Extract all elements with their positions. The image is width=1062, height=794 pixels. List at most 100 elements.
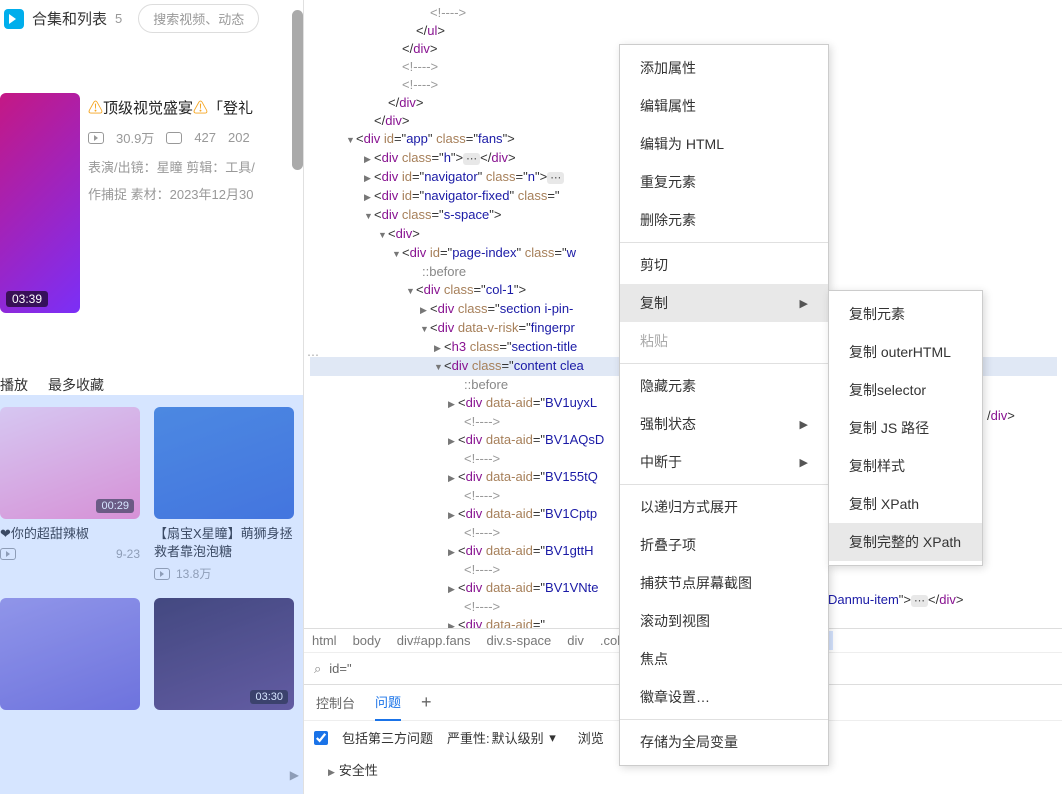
menu-separator (620, 363, 828, 364)
video-desc-2: 作捕捉 素材：2023年12月30 (88, 184, 303, 203)
search-input[interactable]: 搜索视频、动态 (138, 4, 259, 33)
copy-submenu[interactable]: 复制元素复制 outerHTML复制selector复制 JS 路径复制样式复制… (828, 290, 983, 566)
submenu-arrow-icon: ▶ (800, 297, 808, 310)
gutter-actions-icon[interactable]: ⋯ (304, 346, 322, 364)
third-party-checkbox[interactable] (314, 731, 328, 745)
submenu-item[interactable]: 复制完整的 XPath (829, 523, 982, 561)
menu-item[interactable]: 编辑属性 (620, 87, 828, 125)
caret-down-icon[interactable] (392, 244, 402, 263)
year: 202 (228, 130, 250, 145)
menu-item[interactable]: 焦点 (620, 640, 828, 678)
caret-right-icon[interactable] (364, 149, 374, 168)
menu-item[interactable]: 存储为全局变量 (620, 723, 828, 761)
views-icon (0, 548, 16, 560)
submenu-item[interactable]: 复制 outerHTML (829, 333, 982, 371)
submenu-item[interactable]: 复制 JS 路径 (829, 409, 982, 447)
context-menu[interactable]: 添加属性编辑属性编辑为 HTML重复元素删除元素剪切复制▶粘贴隐藏元素强制状态▶… (619, 44, 829, 766)
caret-right-icon[interactable] (448, 431, 458, 450)
caret-right-icon[interactable] (448, 542, 458, 561)
submenu-item[interactable]: 复制 XPath (829, 485, 982, 523)
tab-collect[interactable]: 最多收藏 (48, 375, 104, 395)
featured-video[interactable]: 03:39 ⚠顶级视觉盛宴⚠「登礼 30.9万 427 202 表演/出镜：星瞳… (0, 87, 303, 319)
video-thumbnail[interactable]: 03:39 (0, 93, 80, 313)
tab-issues[interactable]: 问题 (375, 684, 401, 721)
menu-item[interactable]: 添加属性 (620, 49, 828, 87)
views-icon (88, 132, 104, 144)
video-stats: 30.9万 427 202 (88, 128, 303, 147)
caret-down-icon[interactable] (434, 357, 444, 376)
caret-right-icon[interactable] (448, 616, 458, 628)
caret-down-icon[interactable] (378, 225, 388, 244)
tab-add[interactable]: + (421, 692, 432, 713)
tab-play[interactable]: 播放 (0, 375, 28, 395)
caret-right-icon[interactable] (364, 187, 374, 206)
menu-item[interactable]: 复制▶ (620, 284, 828, 322)
submenu-item[interactable]: 复制selector (829, 371, 982, 409)
caret-icon (328, 763, 339, 778)
menu-item[interactable]: 徽章设置… (620, 678, 828, 716)
scroll-right-icon[interactable]: ▶ (290, 768, 299, 782)
sidebar-header: 合集和列表 5 搜索视频、动态 (0, 0, 303, 37)
grid-thumb[interactable] (0, 598, 140, 710)
caret-right-icon[interactable] (434, 338, 444, 357)
grid-title: 【扇宝X星瞳】萌狮身拯救者靠泡泡糖 (154, 525, 294, 561)
breadcrumb-item[interactable]: div.s-space (487, 633, 552, 648)
dom-line[interactable]: </ul> (310, 22, 1057, 40)
breadcrumb-item[interactable]: body (353, 633, 381, 648)
menu-item: 粘贴 (620, 322, 828, 360)
dom-fragment: /div> (987, 408, 1015, 424)
caret-down-icon[interactable] (406, 281, 416, 300)
menu-item[interactable]: 滚动到视图 (620, 602, 828, 640)
caret-right-icon[interactable] (420, 300, 430, 319)
breadcrumb-item[interactable]: div (567, 633, 584, 648)
tab-console[interactable]: 控制台 (316, 685, 355, 720)
caret-right-icon[interactable] (448, 468, 458, 487)
menu-separator (620, 719, 828, 720)
caret-right-icon[interactable] (448, 394, 458, 413)
menu-item[interactable]: 重复元素 (620, 163, 828, 201)
menu-item[interactable]: 剪切 (620, 246, 828, 284)
menu-item[interactable]: 捕获节点屏幕截图 (620, 564, 828, 602)
submenu-item[interactable]: 复制元素 (829, 295, 982, 333)
grid-item[interactable] (0, 598, 140, 710)
grid-title: ❤你的超甜辣椒 (0, 525, 140, 543)
warn-icon: ⚠ (88, 100, 103, 117)
grid-item[interactable]: 03:30 (154, 598, 294, 710)
caret-down-icon[interactable] (364, 206, 374, 225)
views-count: 30.9万 (116, 128, 154, 147)
caret-right-icon[interactable] (448, 579, 458, 598)
browser-dropdown[interactable]: 浏览 (578, 728, 604, 747)
caret-right-icon[interactable] (448, 505, 458, 524)
search-value[interactable]: id=" (329, 661, 351, 676)
third-party-label: 包括第三方问题 (342, 728, 433, 747)
video-grid-row1: 00:29 ❤你的超甜辣椒 9-23 【扇宝X星瞳】萌狮身拯救者靠泡泡糖 13.… (0, 403, 303, 586)
grid-item[interactable]: 【扇宝X星瞳】萌狮身拯救者靠泡泡糖 13.8万 (154, 407, 294, 582)
severity-dropdown[interactable]: 严重性:默认级别 ▾ (447, 728, 556, 747)
menu-item[interactable]: 中断于▶ (620, 443, 828, 481)
grid-thumb[interactable] (154, 407, 294, 519)
scrollbar[interactable] (292, 10, 303, 170)
grid-thumb[interactable]: 00:29 (0, 407, 140, 519)
menu-item[interactable]: 隐藏元素 (620, 367, 828, 405)
video-grid-row2: 03:30 (0, 594, 303, 714)
breadcrumb-item[interactable]: html (312, 633, 337, 648)
menu-item[interactable]: 编辑为 HTML (620, 125, 828, 163)
caret-down-icon[interactable] (346, 130, 356, 149)
caret-down-icon[interactable] (420, 319, 430, 338)
submenu-item[interactable]: 复制样式 (829, 447, 982, 485)
header-title: 合集和列表 (32, 8, 107, 29)
menu-item[interactable]: 强制状态▶ (620, 405, 828, 443)
grid-thumb[interactable]: 03:30 (154, 598, 294, 710)
grid-duration: 00:29 (96, 499, 134, 513)
submenu-arrow-icon: ▶ (800, 418, 808, 431)
menu-item[interactable]: 折叠子项 (620, 526, 828, 564)
breadcrumb-item[interactable]: div#app.fans (397, 633, 471, 648)
menu-item[interactable]: 以递归方式展开 (620, 488, 828, 526)
caret-right-icon[interactable] (364, 168, 374, 187)
video-duration: 03:39 (6, 291, 48, 307)
comments-count: 427 (194, 130, 216, 145)
grid-item[interactable]: 00:29 ❤你的超甜辣椒 9-23 (0, 407, 140, 582)
menu-item[interactable]: 删除元素 (620, 201, 828, 239)
video-meta: ⚠顶级视觉盛宴⚠「登礼 30.9万 427 202 表演/出镜：星瞳 剪辑：工具… (88, 93, 303, 313)
dom-line[interactable]: <!----> (310, 4, 1057, 22)
